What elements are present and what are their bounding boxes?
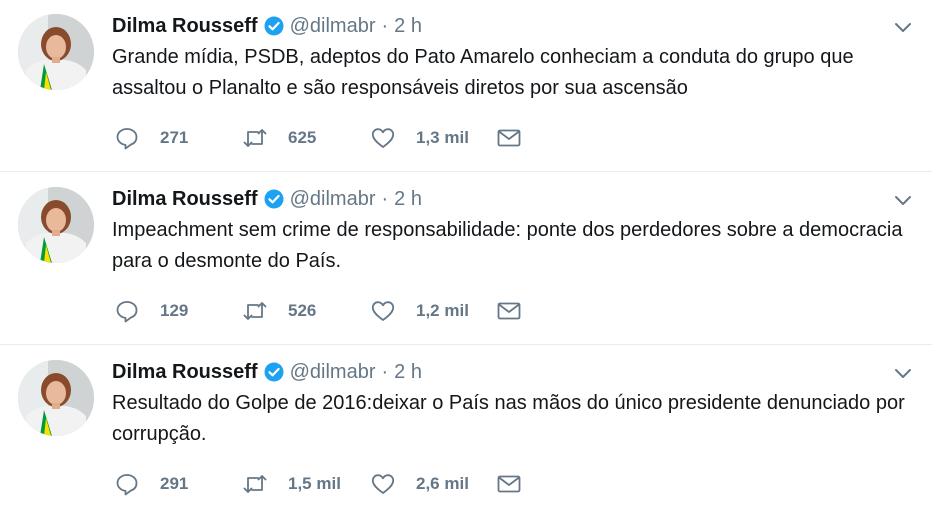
reply-count: 271 (160, 128, 189, 147)
retweet-count: 1,5 mil (288, 474, 341, 493)
tweet-text: Impeachment sem crime de responsabilidad… (112, 219, 903, 272)
like-count: 1,2 mil (416, 301, 469, 320)
avatar[interactable] (18, 360, 94, 436)
chevron-down-icon[interactable] (892, 16, 914, 38)
envelope-icon (497, 129, 521, 147)
author-handle[interactable]: @dilmabr (290, 361, 376, 384)
reply-count: 129 (160, 301, 189, 320)
tweet-header: Dilma Rousseff @dilmabr · 2 h (112, 12, 422, 40)
author-name[interactable]: Dilma Rousseff (112, 188, 258, 211)
retweet-icon (243, 302, 267, 320)
like-button[interactable]: 1,2 mil (370, 298, 496, 324)
author-name[interactable]: Dilma Rousseff (112, 15, 258, 38)
reply-icon (116, 128, 138, 150)
author-handle[interactable]: @dilmabr (290, 188, 376, 211)
direct-message-button[interactable] (496, 471, 526, 497)
verified-badge-icon (264, 16, 284, 36)
retweet-icon (243, 475, 267, 493)
timeline: Dilma Rousseff @dilmabr · 2 h Grande míd… (0, 0, 932, 515)
avatar[interactable] (18, 14, 94, 90)
like-button[interactable]: 2,6 mil (370, 471, 496, 497)
verified-badge-icon (264, 189, 284, 209)
envelope-icon (497, 302, 521, 320)
tweet-text: Resultado do Golpe de 2016:deixar o País… (112, 392, 905, 445)
heart-icon (371, 301, 395, 321)
chevron-down-icon[interactable] (892, 189, 914, 211)
timestamp[interactable]: 2 h (394, 361, 422, 384)
tweet[interactable]: Dilma Rousseff @dilmabr · 2 h Grande míd… (0, 0, 932, 172)
tweet[interactable]: Dilma Rousseff @dilmabr · 2 h Impeachmen… (0, 173, 932, 345)
verified-badge-icon (264, 362, 284, 382)
reply-icon (116, 301, 138, 323)
separator: · (381, 14, 389, 37)
tweet-header: Dilma Rousseff @dilmabr · 2 h (112, 185, 422, 213)
retweet-button[interactable]: 526 (242, 298, 370, 324)
retweet-count: 625 (288, 128, 317, 147)
separator: · (381, 360, 389, 383)
reply-button[interactable]: 271 (114, 125, 242, 151)
direct-message-button[interactable] (496, 125, 526, 151)
reply-icon (116, 474, 138, 496)
like-count: 2,6 mil (416, 474, 469, 493)
retweet-icon (243, 129, 267, 147)
tweet-header: Dilma Rousseff @dilmabr · 2 h (112, 358, 422, 386)
like-button[interactable]: 1,3 mil (370, 125, 496, 151)
retweet-button[interactable]: 1,5 mil (242, 471, 370, 497)
retweet-count: 526 (288, 301, 317, 320)
author-handle[interactable]: @dilmabr (290, 15, 376, 38)
direct-message-button[interactable] (496, 298, 526, 324)
reply-count: 291 (160, 474, 189, 493)
retweet-button[interactable]: 625 (242, 125, 370, 151)
tweet-text: Grande mídia, PSDB, adeptos do Pato Amar… (112, 46, 854, 99)
heart-icon (371, 128, 395, 148)
reply-button[interactable]: 291 (114, 471, 242, 497)
author-name[interactable]: Dilma Rousseff (112, 361, 258, 384)
reply-button[interactable]: 129 (114, 298, 242, 324)
like-count: 1,3 mil (416, 128, 469, 147)
tweet-actions: 291 1,5 mil 2,6 mil (114, 470, 526, 498)
separator: · (381, 187, 389, 210)
chevron-down-icon[interactable] (892, 362, 914, 384)
avatar[interactable] (18, 187, 94, 263)
tweet-actions: 271 625 1,3 mil (114, 124, 526, 152)
heart-icon (371, 474, 395, 494)
envelope-icon (497, 475, 521, 493)
tweet[interactable]: Dilma Rousseff @dilmabr · 2 h Resultado … (0, 346, 932, 515)
timestamp[interactable]: 2 h (394, 188, 422, 211)
tweet-actions: 129 526 1,2 mil (114, 297, 526, 325)
timestamp[interactable]: 2 h (394, 15, 422, 38)
